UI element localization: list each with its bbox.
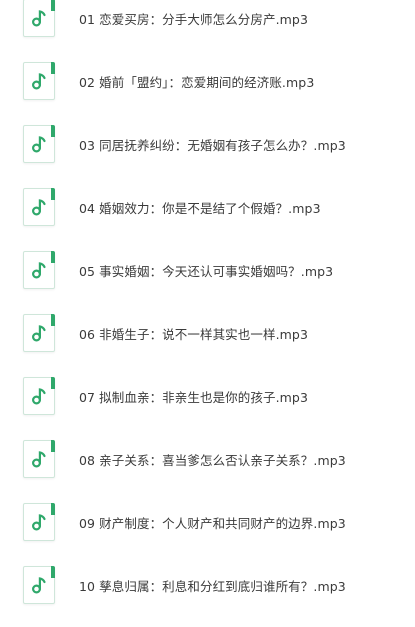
file-row[interactable]: 06 非婚生子：说不一样其实也一样.mp3 bbox=[0, 308, 415, 358]
music-file-icon bbox=[23, 314, 55, 352]
file-row[interactable]: 10 孳息归属：利息和分红到底归谁所有？.mp3 bbox=[0, 560, 415, 610]
file-name: 07 拟制血亲：非亲生也是你的孩子.mp3 bbox=[79, 389, 309, 405]
music-note-icon bbox=[31, 577, 46, 594]
music-file-icon bbox=[23, 440, 55, 478]
music-file-icon bbox=[23, 377, 55, 415]
file-name: 10 孳息归属：利息和分红到底归谁所有？.mp3 bbox=[79, 578, 346, 594]
file-name: 06 非婚生子：说不一样其实也一样.mp3 bbox=[79, 326, 309, 342]
file-list: 01 恋爱买房：分手大师怎么分房产.mp3 02 婚前「盟约」：恋爱期间的经济账… bbox=[0, 0, 415, 627]
music-file-icon bbox=[23, 0, 55, 37]
music-note-icon bbox=[31, 136, 46, 153]
music-note-icon bbox=[31, 451, 46, 468]
file-name: 09 财产制度：个人财产和共同财产的边界.mp3 bbox=[79, 515, 346, 531]
file-row[interactable]: 07 拟制血亲：非亲生也是你的孩子.mp3 bbox=[0, 371, 415, 421]
music-file-icon bbox=[23, 251, 55, 289]
file-row[interactable]: 08 亲子关系：喜当爹怎么否认亲子关系？.mp3 bbox=[0, 434, 415, 484]
file-row[interactable]: 04 婚姻效力：你是不是结了个假婚？.mp3 bbox=[0, 182, 415, 232]
file-name: 05 事实婚姻：今天还认可事实婚姻吗？.mp3 bbox=[79, 263, 334, 279]
music-note-icon bbox=[31, 325, 46, 342]
file-row[interactable]: 05 事实婚姻：今天还认可事实婚姻吗？.mp3 bbox=[0, 245, 415, 295]
music-note-icon bbox=[31, 199, 46, 216]
file-name: 01 恋爱买房：分手大师怎么分房产.mp3 bbox=[79, 11, 309, 27]
music-note-icon bbox=[31, 73, 46, 90]
music-note-icon bbox=[31, 514, 46, 531]
file-name: 04 婚姻效力：你是不是结了个假婚？.mp3 bbox=[79, 200, 321, 216]
music-note-icon bbox=[31, 388, 46, 405]
file-row[interactable]: 09 财产制度：个人财产和共同财产的边界.mp3 bbox=[0, 497, 415, 547]
music-file-icon bbox=[23, 125, 55, 163]
file-row[interactable]: 03 同居抚养纠纷：无婚姻有孩子怎么办？.mp3 bbox=[0, 119, 415, 169]
music-file-icon bbox=[23, 62, 55, 100]
file-row[interactable]: 01 恋爱买房：分手大师怎么分房产.mp3 bbox=[0, 0, 415, 43]
file-name: 03 同居抚养纠纷：无婚姻有孩子怎么办？.mp3 bbox=[79, 137, 346, 153]
music-note-icon bbox=[31, 10, 46, 27]
file-row[interactable]: 02 婚前「盟约」：恋爱期间的经济账.mp3 bbox=[0, 56, 415, 106]
music-file-icon bbox=[23, 188, 55, 226]
music-note-icon bbox=[31, 262, 46, 279]
music-file-icon bbox=[23, 566, 55, 604]
file-name: 08 亲子关系：喜当爹怎么否认亲子关系？.mp3 bbox=[79, 452, 346, 468]
file-name: 02 婚前「盟约」：恋爱期间的经济账.mp3 bbox=[79, 74, 315, 90]
music-file-icon bbox=[23, 503, 55, 541]
